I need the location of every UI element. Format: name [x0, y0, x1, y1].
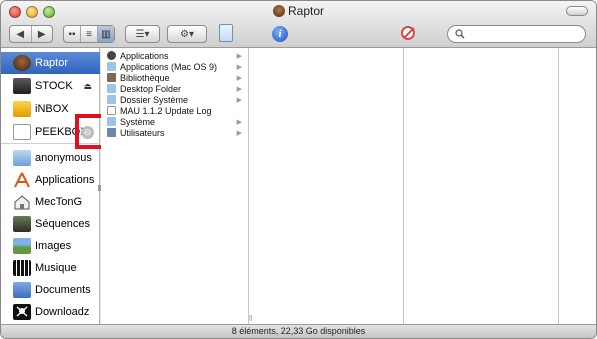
- disclosure-arrow-icon: ▶: [236, 129, 242, 137]
- folder-icon: [107, 62, 116, 71]
- pirate-flag-icon: [13, 304, 31, 320]
- titlebar: Raptor ◀ ▶ ▪▪ ≡ ▥ ☰▾ ⚙▾ i: [1, 1, 596, 48]
- document-icon: [107, 106, 116, 115]
- window-title: Raptor: [1, 4, 596, 18]
- home-folder-icon: [13, 150, 31, 166]
- home-icon: [13, 194, 31, 210]
- column-3: [404, 48, 559, 326]
- sidebar-item-images[interactable]: Images: [1, 235, 100, 257]
- list-item[interactable]: Bibliothèque ▶: [101, 72, 248, 83]
- usb-drive-icon: [13, 101, 31, 117]
- documents-icon: [13, 282, 31, 298]
- column-1: Applications ▶ Applications (Mac OS 9) ▶…: [101, 48, 249, 326]
- column-browser: Applications ▶ Applications (Mac OS 9) ▶…: [101, 48, 596, 326]
- status-text: 8 éléments, 22,33 Go disponibles: [231, 326, 366, 336]
- icon-view-icon[interactable]: ▪▪: [64, 26, 80, 42]
- sidebar-item-mectong[interactable]: MecTonG: [1, 191, 100, 213]
- toolbar-toggle-button[interactable]: [566, 6, 588, 16]
- users-folder-icon: [107, 128, 116, 137]
- arrange-menu-icon: ☰▾: [135, 28, 150, 40]
- sidebar-item-sequences[interactable]: Séquences: [1, 213, 100, 235]
- disclosure-arrow-icon: ▶: [236, 96, 242, 104]
- sidebar-item-downloadz[interactable]: Downloadz: [1, 301, 100, 323]
- sidebar-item-musique[interactable]: Musique: [1, 257, 100, 279]
- new-folder-icon[interactable]: [219, 24, 233, 42]
- view-mode-control: ▪▪ ≡ ▥: [63, 25, 115, 43]
- disclosure-arrow-icon: ▶: [236, 74, 242, 82]
- eject-icon[interactable]: ⏏: [83, 81, 92, 92]
- library-folder-icon: [107, 73, 116, 82]
- action-menu-button[interactable]: ⚙▾: [167, 25, 207, 43]
- applications-icon: [13, 172, 31, 188]
- folder-icon: [107, 95, 116, 104]
- sidebar-item-applications[interactable]: Applications: [1, 169, 100, 191]
- burn-icon[interactable]: [401, 26, 415, 40]
- back-forward-control: ◀ ▶: [9, 25, 53, 43]
- sidebar-item-stock[interactable]: STOCK ⏏: [1, 75, 100, 97]
- list-item[interactable]: Applications ▶: [101, 50, 248, 61]
- disclosure-arrow-icon: ▶: [236, 85, 242, 93]
- column-4: [559, 48, 596, 326]
- gear-action-icon: ⚙▾: [180, 28, 194, 40]
- arrange-menu-button[interactable]: ☰▾: [125, 25, 160, 43]
- search-field[interactable]: [447, 25, 586, 43]
- pictures-icon: [13, 238, 31, 254]
- movies-icon: [13, 216, 31, 232]
- list-item[interactable]: Dossier Système ▶: [101, 94, 248, 105]
- disclosure-arrow-icon: ▶: [236, 118, 242, 126]
- list-view-icon[interactable]: ≡: [80, 26, 97, 42]
- system-folder-icon: [107, 117, 116, 126]
- column-2: [249, 48, 404, 326]
- list-item[interactable]: Utilisateurs ▶: [101, 127, 248, 138]
- search-icon: [455, 29, 465, 39]
- list-item[interactable]: Système ▶: [101, 116, 248, 127]
- list-item[interactable]: Desktop Folder ▶: [101, 83, 248, 94]
- disk-icon: [272, 5, 285, 17]
- back-arrow-icon[interactable]: ◀: [10, 26, 31, 42]
- hard-disk-icon: [13, 55, 31, 71]
- sidebar: Raptor STOCK ⏏ iNBOX PEEKBOX ⊖ anonymous…: [1, 48, 100, 326]
- drive-icon: [13, 78, 31, 94]
- list-item[interactable]: MAU 1.1.2 Update Log: [101, 105, 248, 116]
- sidebar-item-raptor[interactable]: Raptor: [1, 52, 100, 74]
- list-item[interactable]: Applications (Mac OS 9) ▶: [101, 61, 248, 72]
- status-bar: 8 éléments, 22,33 Go disponibles: [1, 324, 596, 338]
- sidebar-item-documents[interactable]: Documents: [1, 279, 100, 301]
- music-icon: [13, 260, 31, 276]
- disclosure-arrow-icon: ▶: [236, 63, 242, 71]
- info-icon[interactable]: i: [272, 26, 288, 42]
- disclosure-arrow-icon: ▶: [236, 52, 242, 60]
- folder-icon: [107, 84, 116, 93]
- column-view-icon[interactable]: ▥: [97, 26, 114, 42]
- applications-folder-icon: [107, 51, 116, 60]
- forward-arrow-icon[interactable]: ▶: [30, 26, 53, 42]
- finder-window: Raptor ◀ ▶ ▪▪ ≡ ▥ ☰▾ ⚙▾ i Raptor STOCK ⏏…: [0, 0, 597, 339]
- sidebar-item-anonymous[interactable]: anonymous: [1, 147, 100, 169]
- column-resize-handle[interactable]: ll: [249, 314, 253, 323]
- blank-disk-icon: [13, 124, 31, 140]
